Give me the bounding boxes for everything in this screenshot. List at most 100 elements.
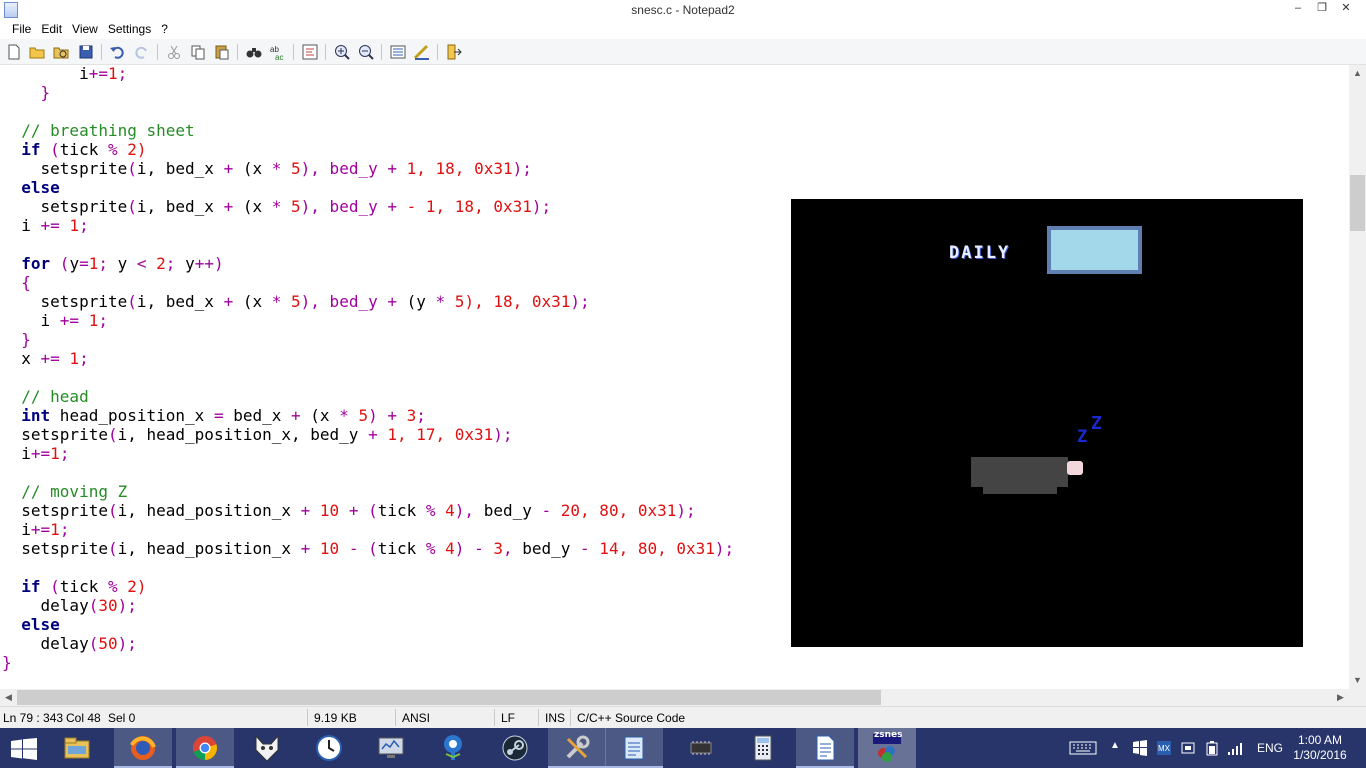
- copy-icon[interactable]: [189, 43, 207, 61]
- menu-file[interactable]: File: [7, 20, 36, 39]
- taskbar-zsnes[interactable]: zsnes: [858, 728, 916, 768]
- browse-icon[interactable]: [52, 43, 70, 61]
- code-line[interactable]: }: [2, 653, 734, 672]
- minimize-button[interactable]: –: [1286, 0, 1310, 18]
- code-line[interactable]: setsprite(i, head_position_x + 10 - (tic…: [2, 539, 734, 558]
- code-line[interactable]: setsprite(i, head_position_x, bed_y + 1,…: [2, 425, 734, 444]
- code-line[interactable]: // head: [2, 387, 734, 406]
- open-folder-icon[interactable]: [28, 43, 46, 61]
- code-line[interactable]: if (tick % 2): [2, 577, 734, 596]
- taskbar-monitor-app[interactable]: [362, 728, 420, 768]
- snes-emulator-window[interactable]: DAILY Z Z: [791, 199, 1303, 647]
- code-line[interactable]: i+=1;: [2, 444, 734, 463]
- scroll-down-arrow-icon[interactable]: ▼: [1349, 672, 1366, 689]
- cut-icon[interactable]: [165, 43, 183, 61]
- taskbar-tools-app[interactable]: [548, 728, 606, 768]
- windows-start-icon[interactable]: [10, 738, 38, 760]
- menu-view[interactable]: View: [67, 20, 103, 39]
- code-line[interactable]: i+=1;: [2, 65, 734, 83]
- taskbar-sourcetree[interactable]: [424, 728, 482, 768]
- code-line[interactable]: x += 1;: [2, 349, 734, 368]
- status-position[interactable]: Ln 79 : 343: [3, 711, 63, 725]
- scheme-icon[interactable]: [389, 43, 407, 61]
- code-line[interactable]: delay(30);: [2, 596, 734, 615]
- code-line[interactable]: [2, 368, 734, 387]
- horizontal-scroll-thumb[interactable]: [17, 690, 881, 705]
- touch-keyboard-icon[interactable]: [1069, 740, 1097, 756]
- code-line[interactable]: if (tick % 2): [2, 140, 734, 159]
- find-icon[interactable]: [245, 43, 263, 61]
- network-adapter-icon[interactable]: [1180, 740, 1196, 756]
- code-line[interactable]: [2, 102, 734, 121]
- taskbar-clock-app[interactable]: [300, 728, 358, 768]
- code-line[interactable]: {: [2, 273, 734, 292]
- taskbar-filezilla[interactable]: [238, 728, 296, 768]
- taskbar-file-explorer[interactable]: [48, 728, 106, 768]
- customize-schemes-icon[interactable]: [413, 43, 431, 61]
- taskbar-chrome[interactable]: [176, 728, 234, 768]
- status-line-endings[interactable]: LF: [501, 711, 515, 725]
- input-language[interactable]: ENG: [1257, 741, 1283, 755]
- menu-edit[interactable]: Edit: [36, 20, 67, 39]
- undo-icon[interactable]: [108, 43, 126, 61]
- taskbar-chip-app[interactable]: [672, 728, 730, 768]
- code-line[interactable]: // breathing sheet: [2, 121, 734, 140]
- code-line[interactable]: [2, 235, 734, 254]
- zoom-in-icon[interactable]: [333, 43, 351, 61]
- replace-icon[interactable]: abac: [269, 43, 287, 61]
- code-line[interactable]: i += 1;: [2, 311, 734, 330]
- horizontal-scrollbar[interactable]: ◀ ▶: [0, 689, 1349, 706]
- code-line[interactable]: else: [2, 615, 734, 634]
- restore-button[interactable]: ❐: [1310, 0, 1334, 18]
- code-line[interactable]: for (y=1; y < 2; y++): [2, 254, 734, 273]
- taskbar-steam[interactable]: [486, 728, 544, 768]
- status-lexer[interactable]: C/C++ Source Code: [577, 711, 685, 725]
- taskbar-notepad2[interactable]: [605, 728, 663, 768]
- code-line[interactable]: }: [2, 83, 734, 102]
- code-token: (: [88, 596, 99, 615]
- code-line[interactable]: int head_position_x = bed_x + (x * 5) + …: [2, 406, 734, 425]
- code-line[interactable]: setsprite(i, bed_x + (x * 5), bed_y + - …: [2, 197, 734, 216]
- code-token: }: [2, 653, 12, 672]
- status-encoding[interactable]: ANSI: [402, 711, 430, 725]
- windows-tray-icon[interactable]: [1132, 740, 1148, 756]
- vertical-scroll-thumb[interactable]: [1350, 175, 1365, 231]
- word-wrap-icon[interactable]: [301, 43, 319, 61]
- exit-icon[interactable]: [445, 43, 463, 61]
- code-line[interactable]: else: [2, 178, 734, 197]
- zoom-out-icon[interactable]: [357, 43, 375, 61]
- taskbar-firefox[interactable]: [114, 728, 172, 768]
- code-line[interactable]: i += 1;: [2, 216, 734, 235]
- code-line[interactable]: [2, 463, 734, 482]
- code-line[interactable]: delay(50);: [2, 634, 734, 653]
- close-button[interactable]: ✕: [1334, 0, 1358, 18]
- code-line[interactable]: setsprite(i, bed_x + (x * 5), bed_y + (y…: [2, 292, 734, 311]
- taskbar-clock[interactable]: 1:00 AM 1/30/2016: [1292, 733, 1348, 763]
- scroll-left-arrow-icon[interactable]: ◀: [0, 689, 17, 706]
- menu-help[interactable]: ?: [156, 20, 173, 39]
- taskbar-calculator[interactable]: [734, 728, 792, 768]
- code-line[interactable]: setsprite(i, bed_x + (x * 5), bed_y + 1,…: [2, 159, 734, 178]
- status-insert-mode[interactable]: INS: [545, 711, 565, 725]
- filezilla-icon: [255, 734, 279, 762]
- scroll-right-arrow-icon[interactable]: ▶: [1332, 689, 1349, 706]
- vertical-scrollbar[interactable]: ▲ ▼: [1349, 65, 1366, 689]
- code-line[interactable]: i+=1;: [2, 520, 734, 539]
- taskbar-writer[interactable]: [796, 728, 854, 768]
- paste-icon[interactable]: [213, 43, 231, 61]
- new-file-icon[interactable]: [5, 43, 23, 61]
- menu-settings[interactable]: Settings: [103, 20, 156, 39]
- code-line[interactable]: // moving Z: [2, 482, 734, 501]
- code-editor[interactable]: i+=1; } // breathing sheet if (tick % 2)…: [0, 65, 1349, 689]
- mixed-tray-icon[interactable]: MX: [1156, 740, 1172, 756]
- scroll-up-arrow-icon[interactable]: ▲: [1349, 65, 1366, 82]
- wifi-signal-icon[interactable]: [1227, 740, 1243, 756]
- show-hidden-icons-arrow-icon[interactable]: ▲: [1110, 740, 1120, 756]
- code-line[interactable]: }: [2, 330, 734, 349]
- code-line[interactable]: [2, 558, 734, 577]
- code-line[interactable]: setsprite(i, head_position_x + 10 + (tic…: [2, 501, 734, 520]
- battery-icon[interactable]: [1204, 740, 1220, 756]
- code-text[interactable]: i+=1; } // breathing sheet if (tick % 2)…: [2, 65, 734, 672]
- redo-icon[interactable]: [133, 43, 151, 61]
- save-icon[interactable]: [77, 43, 95, 61]
